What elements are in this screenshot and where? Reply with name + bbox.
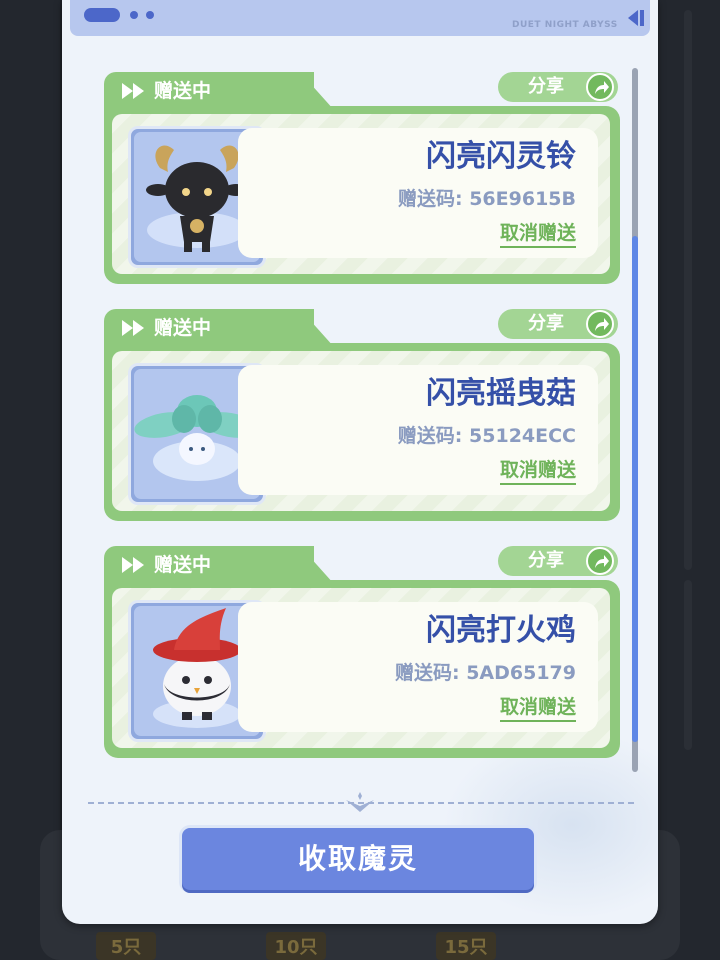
share-arrow-icon <box>586 73 614 101</box>
header-dot-icon <box>130 11 138 19</box>
card-body: 闪亮摇曳菇 赠送码: 55124ECC 取消赠送 <box>104 343 620 521</box>
gift-list-panel: DUET NIGHT ABYSS 赠送中 闪亮闪灵铃 赠送码: 56E9615B… <box>62 0 658 924</box>
pet-info: 闪亮摇曳菇 赠送码: 55124ECC 取消赠送 <box>238 365 598 495</box>
collect-pets-button[interactable]: 收取魔灵 <box>182 828 534 890</box>
cancel-gift-link[interactable]: 取消赠送 <box>499 220 576 248</box>
fast-forward-icon <box>122 320 144 336</box>
divider-chevron-icon <box>346 792 374 812</box>
collect-pets-label: 收取魔灵 <box>297 842 418 875</box>
fast-forward-icon <box>122 83 144 99</box>
background-right-bar <box>684 10 692 570</box>
background-badge: 15只 <box>436 932 496 960</box>
gift-code-label: 赠送码: <box>397 188 463 210</box>
gift-code-value[interactable]: 56E9615B <box>469 188 576 210</box>
card-body: 闪亮打火鸡 赠送码: 5AD65179 取消赠送 <box>104 580 620 758</box>
cancel-gift-link[interactable]: 取消赠送 <box>499 457 576 485</box>
share-label: 分享 <box>528 76 564 97</box>
gift-code-line: 赠送码: 56E9615B <box>398 186 576 212</box>
card-inner: 闪亮打火鸡 赠送码: 5AD65179 取消赠送 <box>112 588 610 748</box>
tab-slant <box>300 72 334 110</box>
tab-slant <box>300 309 334 347</box>
header-pill-icon <box>84 8 120 22</box>
status-tab: 赠送中 <box>104 309 314 347</box>
background-left-strip <box>0 0 60 960</box>
status-label: 赠送中 <box>154 317 212 339</box>
share-arrow-icon <box>586 547 614 575</box>
background-right-bar-lower <box>684 580 692 750</box>
gift-card: 赠送中 <box>104 72 620 286</box>
status-tab: 赠送中 <box>104 546 314 584</box>
background-badge: 5只 <box>96 932 156 960</box>
panel-header: DUET NIGHT ABYSS <box>70 0 650 36</box>
share-label: 分享 <box>528 550 564 571</box>
pet-name: 闪亮闪灵铃 <box>426 139 576 174</box>
status-tab: 赠送中 <box>104 72 314 110</box>
card-body: 闪亮闪灵铃 赠送码: 56E9615B 取消赠送 <box>104 106 620 284</box>
pet-name: 闪亮打火鸡 <box>426 613 576 648</box>
pet-name: 闪亮摇曳菇 <box>426 376 576 411</box>
scrollbar-thumb[interactable] <box>632 236 638 742</box>
fast-forward-icon <box>122 557 144 573</box>
gift-code-value[interactable]: 55124ECC <box>469 425 576 447</box>
cancel-gift-link[interactable]: 取消赠送 <box>499 694 576 722</box>
gift-code-line: 赠送码: 5AD65179 <box>395 660 576 686</box>
status-label: 赠送中 <box>154 80 212 102</box>
share-button[interactable]: 分享 <box>498 72 618 102</box>
card-inner: 闪亮摇曳菇 赠送码: 55124ECC 取消赠送 <box>112 351 610 511</box>
gift-code-line: 赠送码: 55124ECC <box>398 423 576 449</box>
share-label: 分享 <box>528 313 564 334</box>
gift-code-label: 赠送码: <box>394 662 460 684</box>
header-dot-icon <box>146 11 154 19</box>
pet-info: 闪亮闪灵铃 赠送码: 56E9615B 取消赠送 <box>238 128 598 258</box>
gift-code-value[interactable]: 5AD65179 <box>466 662 576 684</box>
gift-card: 赠送中 <box>104 309 620 523</box>
background-badge: 10只 <box>266 932 326 960</box>
gift-code-label: 赠送码: <box>397 425 463 447</box>
tab-slant <box>300 546 334 584</box>
collapse-arrow-icon[interactable] <box>626 6 646 30</box>
status-label: 赠送中 <box>154 554 212 576</box>
share-arrow-icon <box>586 310 614 338</box>
share-button[interactable]: 分享 <box>498 546 618 576</box>
pet-info: 闪亮打火鸡 赠送码: 5AD65179 取消赠送 <box>238 602 598 732</box>
share-button[interactable]: 分享 <box>498 309 618 339</box>
gift-card: 赠送中 <box>104 546 620 760</box>
header-brand-text: DUET NIGHT ABYSS <box>512 20 618 30</box>
card-inner: 闪亮闪灵铃 赠送码: 56E9615B 取消赠送 <box>112 114 610 274</box>
